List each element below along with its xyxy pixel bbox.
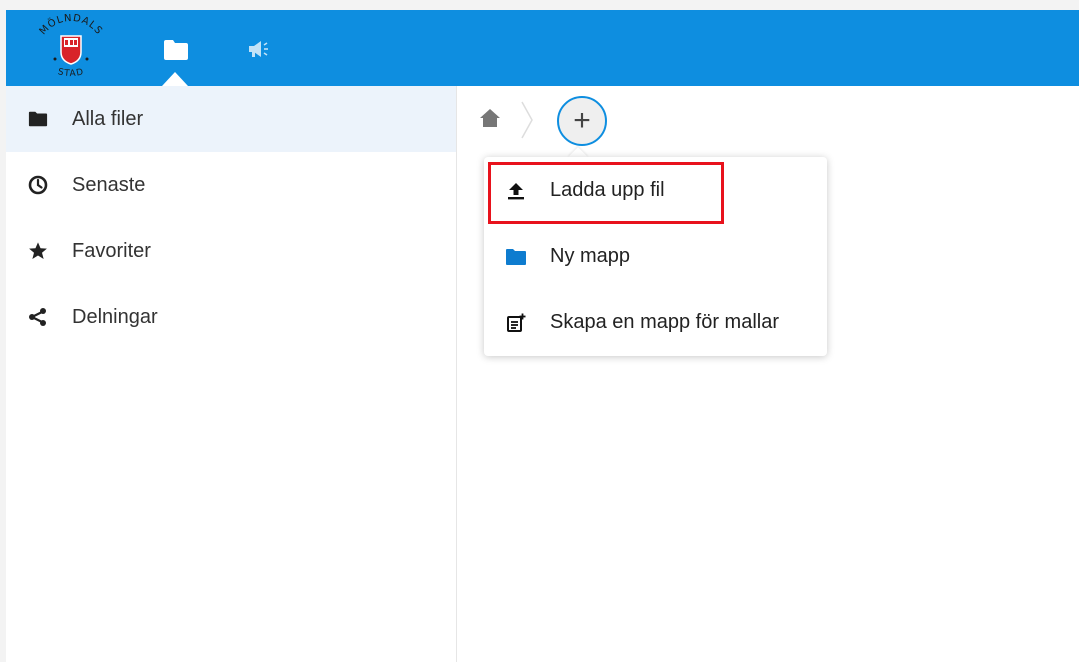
sidebar-item-all-files[interactable]: Alla filer — [6, 86, 456, 152]
svg-text:STAD: STAD — [57, 67, 86, 79]
window-top-strip — [0, 0, 1079, 10]
files-sidebar: Alla filer Senaste Favoriter Delningar — [6, 86, 457, 662]
breadcrumb-separator — [519, 100, 535, 140]
nav-announcements-button[interactable] — [239, 34, 279, 68]
sidebar-item-favorites[interactable]: Favoriter — [6, 218, 456, 284]
sidebar-item-label: Senaste — [72, 174, 146, 196]
sidebar-item-label: Delningar — [72, 306, 158, 328]
menu-item-label: Skapa en mapp för mallar — [550, 311, 780, 333]
svg-text:MÖLNDALS: MÖLNDALS — [38, 14, 105, 37]
star-icon — [28, 241, 48, 261]
new-item-menu: Ladda upp fil Ny mapp Skapa en mapp för … — [484, 157, 827, 356]
logo-text-bottom: STAD — [57, 67, 85, 79]
menu-item-upload-file[interactable]: Ladda upp fil — [484, 157, 827, 223]
sidebar-item-label: Favoriter — [72, 240, 151, 262]
folder-icon — [28, 109, 48, 129]
template-icon — [505, 312, 527, 334]
menu-item-label: Ladda upp fil — [550, 179, 665, 201]
upload-icon — [505, 180, 527, 202]
new-item-button[interactable]: + — [557, 96, 607, 146]
plus-icon: + — [573, 104, 591, 137]
logo-text-top: MÖLNDALS — [38, 13, 104, 37]
folder-icon — [505, 246, 527, 268]
folder-icon — [163, 39, 189, 66]
sidebar-item-recent[interactable]: Senaste — [6, 152, 456, 218]
sidebar-item-label: Alla filer — [72, 108, 144, 130]
share-icon — [28, 307, 48, 327]
files-main-area: + Ladda upp fil Ny mapp Skapa en mapp fö… — [457, 86, 1079, 662]
menu-item-template-folder[interactable]: Skapa en mapp för mallar — [484, 289, 827, 355]
molndals-stad-logo[interactable]: MÖLNDALS STAD — [28, 13, 114, 84]
breadcrumb-home[interactable] — [478, 108, 502, 132]
nav-files-button[interactable] — [156, 32, 196, 72]
megaphone-icon — [246, 38, 272, 65]
home-icon — [479, 108, 501, 133]
clock-icon — [28, 175, 48, 195]
sidebar-item-shares[interactable]: Delningar — [6, 284, 456, 350]
app-header: MÖLNDALS STAD — [6, 10, 1079, 86]
menu-item-new-folder[interactable]: Ny mapp — [484, 223, 827, 289]
active-nav-indicator — [162, 72, 188, 86]
menu-item-label: Ny mapp — [550, 245, 631, 267]
